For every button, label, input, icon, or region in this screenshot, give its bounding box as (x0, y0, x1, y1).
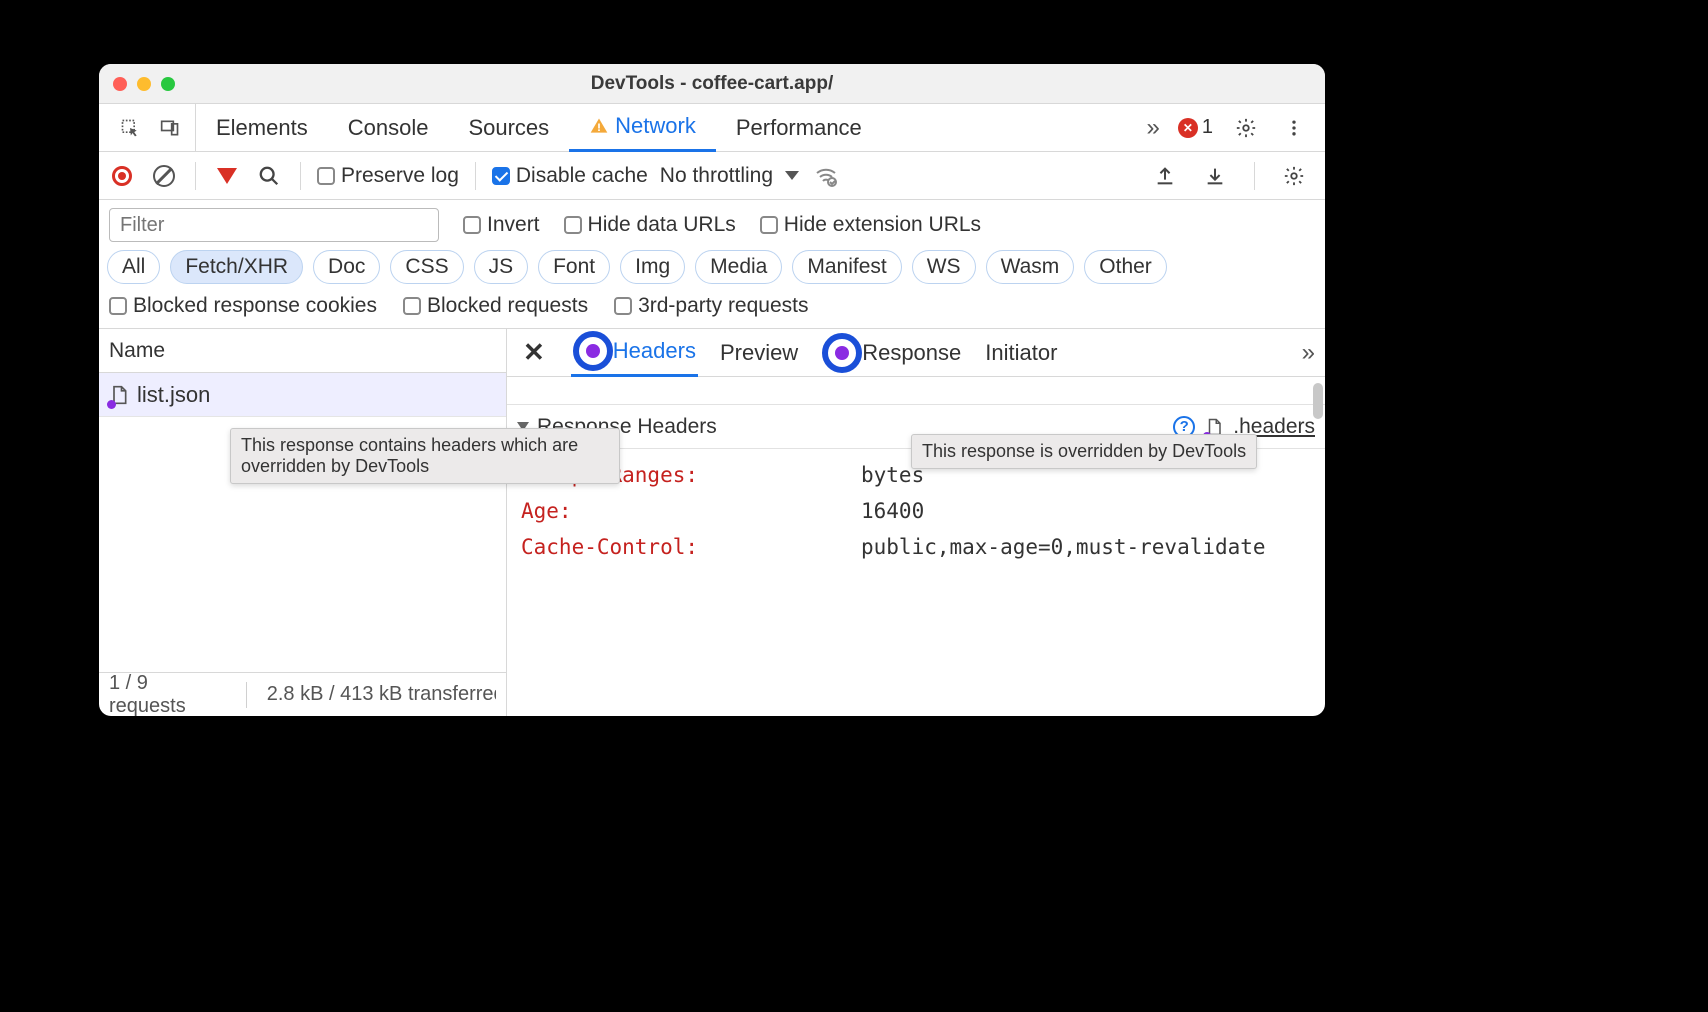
blocked-requests-toggle[interactable]: Blocked requests (403, 294, 588, 318)
tab-performance[interactable]: Performance (716, 104, 882, 152)
devtools-panel-tabs: Elements Console Sources Network Perform… (99, 104, 1325, 152)
pill-js[interactable]: JS (474, 250, 529, 284)
header-value: public,max-age=0,must-revalidate (861, 529, 1266, 565)
tab-network[interactable]: Network (569, 104, 716, 152)
search-icon[interactable] (254, 161, 284, 191)
header-value: 16400 (861, 493, 924, 529)
minimize-window-button[interactable] (137, 77, 151, 91)
titlebar: DevTools - coffee-cart.app/ (99, 64, 1325, 104)
header-row: Cache-Control: public,max-age=0,must-rev… (521, 529, 1317, 565)
tooltip-response-overridden: This response is overridden by DevTools (911, 434, 1257, 469)
filter-input[interactable] (109, 208, 439, 242)
annotation-circle (822, 333, 862, 373)
tab-console[interactable]: Console (328, 104, 449, 152)
close-detail-button[interactable]: ✕ (517, 337, 551, 368)
resource-type-filters: All Fetch/XHR Doc CSS JS Font Img Media … (99, 246, 1325, 292)
network-conditions-icon[interactable] (811, 161, 841, 191)
pill-all[interactable]: All (107, 250, 160, 284)
pill-wasm[interactable]: Wasm (986, 250, 1075, 284)
clear-button[interactable] (149, 161, 179, 191)
pill-manifest[interactable]: Manifest (792, 250, 901, 284)
blocked-cookies-toggle[interactable]: Blocked response cookies (109, 294, 377, 318)
network-toolbar: Preserve log Disable cache No throttling (99, 152, 1325, 200)
filter-toggle-icon[interactable] (212, 161, 242, 191)
kebab-menu-icon[interactable] (1279, 113, 1309, 143)
disable-cache-checkbox[interactable] (492, 167, 510, 185)
pill-ws[interactable]: WS (912, 250, 976, 284)
preserve-log-checkbox[interactable] (317, 167, 335, 185)
extra-filters: Blocked response cookies Blocked request… (99, 292, 1325, 329)
scrollbar-thumb[interactable] (1313, 383, 1323, 419)
chevron-down-icon (785, 171, 799, 180)
pill-doc[interactable]: Doc (313, 250, 380, 284)
request-detail-pane: ✕ Headers Preview Response Initiator » R… (507, 329, 1325, 716)
header-row: Age: 16400 (521, 493, 1317, 529)
status-transferred: 2.8 kB / 413 kB transferred (267, 683, 496, 706)
hide-extension-urls-toggle[interactable]: Hide extension URLs (760, 213, 981, 237)
close-window-button[interactable] (113, 77, 127, 91)
disable-cache-toggle[interactable]: Disable cache (492, 164, 648, 188)
maximize-window-button[interactable] (161, 77, 175, 91)
tab-sources[interactable]: Sources (448, 104, 569, 152)
settings-icon[interactable] (1231, 113, 1261, 143)
device-toolbar-icon[interactable] (155, 113, 185, 143)
header-key: Age: (521, 493, 861, 529)
pill-font[interactable]: Font (538, 250, 610, 284)
error-count[interactable]: 1 (1178, 116, 1213, 139)
tooltip-headers-overridden: This response contains headers which are… (230, 428, 620, 484)
request-list-pane: Name list.json 1 / 9 requests 2.8 kB / 4… (99, 329, 507, 716)
file-icon (109, 383, 129, 407)
third-party-toggle[interactable]: 3rd-party requests (614, 294, 808, 318)
pill-img[interactable]: Img (620, 250, 685, 284)
request-name: list.json (137, 382, 210, 408)
network-main: Name list.json 1 / 9 requests 2.8 kB / 4… (99, 329, 1325, 716)
annotation-circle (573, 331, 613, 371)
error-icon (1178, 118, 1198, 138)
filter-bar: Invert Hide data URLs Hide extension URL… (99, 200, 1325, 246)
invert-toggle[interactable]: Invert (463, 213, 540, 237)
throttling-select[interactable]: No throttling (660, 164, 799, 188)
tab-elements[interactable]: Elements (196, 104, 328, 152)
more-tabs-icon[interactable]: » (1147, 114, 1160, 142)
general-section-collapsed (507, 377, 1325, 405)
download-har-icon[interactable] (1200, 161, 1230, 191)
devtools-window: DevTools - coffee-cart.app/ Elements Con… (99, 64, 1325, 716)
pill-fetch-xhr[interactable]: Fetch/XHR (170, 250, 303, 284)
warning-icon (589, 116, 609, 136)
hide-data-urls-toggle[interactable]: Hide data URLs (564, 213, 736, 237)
pill-css[interactable]: CSS (390, 250, 463, 284)
upload-har-icon[interactable] (1150, 161, 1180, 191)
tab-initiator[interactable]: Initiator (983, 329, 1059, 377)
status-bar: 1 / 9 requests 2.8 kB / 413 kB transferr… (99, 672, 506, 716)
override-indicator-icon (835, 346, 849, 360)
status-requests: 1 / 9 requests (109, 672, 226, 717)
tab-headers[interactable]: Headers (571, 329, 698, 377)
traffic-lights[interactable] (113, 77, 175, 91)
override-indicator-icon (586, 344, 600, 358)
more-detail-tabs-icon[interactable]: » (1302, 339, 1315, 367)
preserve-log-toggle[interactable]: Preserve log (317, 164, 459, 188)
column-header-name[interactable]: Name (99, 329, 506, 373)
window-title: DevTools - coffee-cart.app/ (99, 73, 1325, 95)
tab-network-label: Network (615, 113, 696, 139)
tab-response[interactable]: Response (820, 329, 963, 377)
tab-preview[interactable]: Preview (718, 329, 800, 377)
network-settings-icon[interactable] (1279, 161, 1309, 191)
record-button[interactable] (107, 161, 137, 191)
header-key: Cache-Control: (521, 529, 861, 565)
pill-media[interactable]: Media (695, 250, 782, 284)
request-row[interactable]: list.json (99, 373, 506, 417)
inspect-element-icon[interactable] (115, 113, 145, 143)
error-count-value: 1 (1202, 116, 1213, 139)
pill-other[interactable]: Other (1084, 250, 1167, 284)
detail-tabs: ✕ Headers Preview Response Initiator » (507, 329, 1325, 377)
